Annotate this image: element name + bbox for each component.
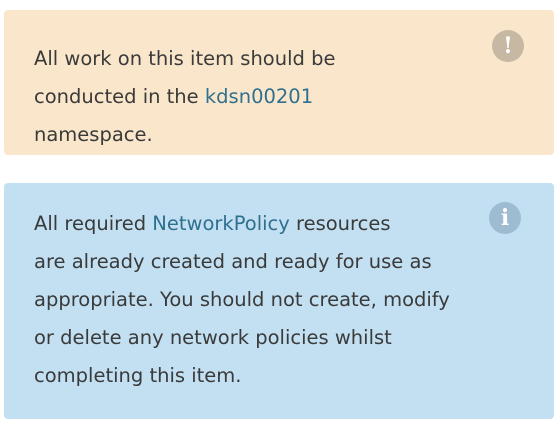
info-line-5: completing this item. (34, 364, 242, 387)
info-line-2: are already created and ready for use as (34, 250, 432, 273)
namespace-name: kdsn00201 (204, 85, 314, 108)
info-line-4: or delete any network policies whilst (34, 326, 392, 349)
warning-line-2: conducted in the kdsn00201 (34, 78, 468, 116)
warning-line-1: All work on this item should be (34, 47, 336, 70)
info-line-1-text-after: resources (289, 212, 391, 235)
info-line-1: All required NetworkPolicy resources (34, 205, 468, 243)
info-icon: i (489, 202, 521, 234)
info-callout: All required NetworkPolicy resources are… (4, 183, 554, 419)
warning-line-3: namespace. (34, 123, 153, 146)
info-line-3: appropriate. You should not create, modi… (34, 288, 450, 311)
resource-kind-name: NetworkPolicy (152, 212, 290, 235)
warning-line-2-text: conducted in the (34, 85, 205, 108)
warning-callout: All work on this item should be conducte… (4, 10, 554, 155)
exclamation-icon: ! (492, 30, 524, 62)
info-line-1-text-before: All required (34, 212, 153, 235)
